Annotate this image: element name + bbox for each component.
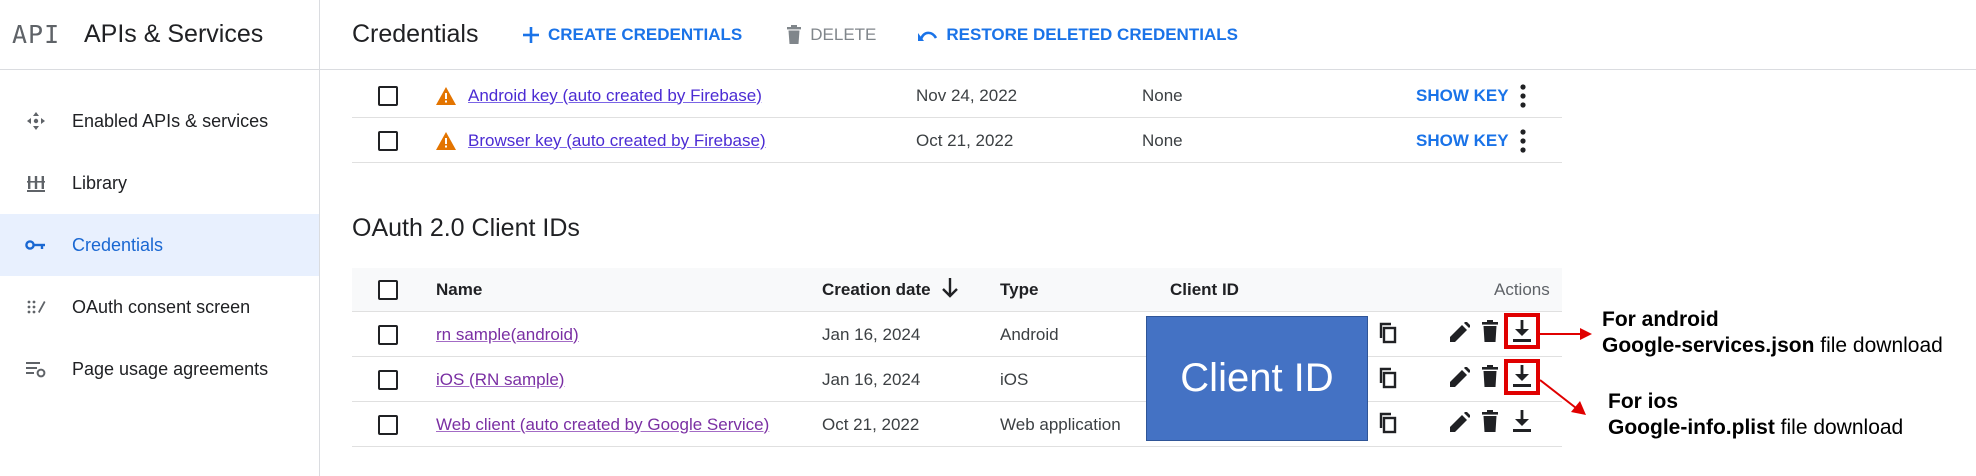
client-type: iOS <box>1000 369 1029 389</box>
column-header-actions: Actions <box>1494 279 1550 299</box>
api-key-name-link[interactable]: Android key (auto created by Firebase) <box>468 86 762 106</box>
ios-annotation-suffix: file download <box>1774 416 1904 439</box>
api-key-row: Browser key (auto created by Firebase) O… <box>352 119 1562 163</box>
api-key-date: Nov 24, 2022 <box>916 85 1018 105</box>
ios-annotation: For ios Google-info.plist file download <box>1608 389 1903 441</box>
android-annotation-file: Google-services.json <box>1602 334 1815 357</box>
api-logo: API <box>12 20 61 49</box>
sidebar-item-label: Enabled APIs & services <box>72 110 269 131</box>
more-vert-icon[interactable] <box>1520 129 1526 153</box>
client-name-link[interactable]: rn sample(android) <box>436 325 579 345</box>
restore-label: RESTORE DELETED CREDENTIALS <box>946 24 1238 44</box>
warning-icon <box>436 132 456 150</box>
trash-icon[interactable] <box>1482 365 1498 387</box>
sidebar: API APIs & Services Enabled APIs & servi… <box>0 0 320 476</box>
row-checkbox[interactable] <box>378 131 398 151</box>
row-checkbox[interactable] <box>378 415 398 435</box>
api-key-row: Android key (auto created by Firebase) N… <box>352 74 1562 118</box>
ios-annotation-file: Google-info.plist <box>1608 416 1775 439</box>
sidebar-item-label: Library <box>72 172 128 193</box>
sidebar-item-label: Page usage agreements <box>72 358 269 379</box>
library-icon <box>20 167 52 199</box>
trash-icon[interactable] <box>1482 320 1498 342</box>
client-name-link[interactable]: Web client (auto created by Google Servi… <box>436 415 769 435</box>
trash-icon <box>786 24 802 45</box>
download-icon[interactable] <box>1512 410 1532 432</box>
client-creation-date: Jan 16, 2024 <box>822 369 921 389</box>
sidebar-header: API APIs & Services <box>0 0 319 70</box>
key-icon <box>20 229 52 261</box>
client-type: Web application <box>1000 414 1121 434</box>
api-key-restrictions: None <box>1142 130 1183 150</box>
warning-icon <box>436 87 456 105</box>
client-creation-date: Oct 21, 2022 <box>822 414 920 434</box>
sidebar-nav: Enabled APIs & services Library Credenti… <box>0 90 319 400</box>
client-type: Android <box>1000 324 1059 344</box>
sidebar-item-credentials[interactable]: Credentials <box>0 214 319 276</box>
copy-icon[interactable] <box>1378 411 1398 435</box>
copy-icon[interactable] <box>1378 366 1398 390</box>
oauth-consent-icon <box>20 291 52 323</box>
oauth-table-header: Name Creation date Type Client ID Action… <box>352 268 1562 312</box>
delete-button[interactable]: DELETE <box>786 24 877 45</box>
android-annotation: For android Google-services.json file do… <box>1602 307 1943 359</box>
row-checkbox[interactable] <box>378 325 398 345</box>
edit-pencil-icon[interactable] <box>1450 367 1470 387</box>
sidebar-item-library[interactable]: Library <box>0 152 319 214</box>
api-key-restrictions: None <box>1142 85 1183 105</box>
api-key-name-link[interactable]: Browser key (auto created by Firebase) <box>468 131 766 151</box>
client-id-overlay: Client ID <box>1146 316 1368 441</box>
plus-icon <box>522 26 540 44</box>
edit-pencil-icon[interactable] <box>1450 412 1470 432</box>
select-all-checkbox[interactable] <box>378 280 398 300</box>
ios-download-highlight <box>1504 359 1540 395</box>
android-annotation-suffix: file download <box>1814 334 1943 357</box>
create-credentials-label: CREATE CREDENTIALS <box>548 24 743 44</box>
settings-list-icon <box>20 353 52 385</box>
page-title: Credentials <box>352 20 479 48</box>
trash-icon[interactable] <box>1482 410 1498 432</box>
enabled-apis-icon <box>20 105 52 137</box>
sidebar-item-label: OAuth consent screen <box>72 296 251 317</box>
client-creation-date: Jan 16, 2024 <box>822 324 921 344</box>
delete-label: DELETE <box>810 24 877 44</box>
sort-arrow-down-icon[interactable] <box>942 278 958 298</box>
column-header-type: Type <box>1000 279 1039 299</box>
android-annotation-title: For android <box>1602 308 1719 331</box>
column-header-creation-date[interactable]: Creation date <box>822 280 931 300</box>
top-toolbar: Credentials CREATE CREDENTIALS DELETE RE… <box>320 0 1976 70</box>
show-key-button[interactable]: SHOW KEY <box>1416 86 1509 106</box>
restore-deleted-credentials-button[interactable]: RESTORE DELETED CREDENTIALS <box>918 25 1238 45</box>
android-download-highlight <box>1504 313 1540 349</box>
edit-pencil-icon[interactable] <box>1450 322 1470 342</box>
sidebar-item-oauth-consent[interactable]: OAuth consent screen <box>0 276 319 338</box>
sidebar-item-enabled-apis[interactable]: Enabled APIs & services <box>0 90 319 152</box>
client-name-link[interactable]: iOS (RN sample) <box>436 370 564 390</box>
ios-annotation-title: For ios <box>1608 390 1679 413</box>
oauth-section-title: OAuth 2.0 Client IDs <box>352 214 580 242</box>
row-checkbox[interactable] <box>378 370 398 390</box>
show-key-button[interactable]: SHOW KEY <box>1416 131 1509 151</box>
row-checkbox[interactable] <box>378 86 398 106</box>
undo-icon <box>918 27 938 43</box>
sidebar-item-label: Credentials <box>72 234 164 255</box>
column-header-name[interactable]: Name <box>436 280 482 300</box>
create-credentials-button[interactable]: CREATE CREDENTIALS <box>522 25 742 45</box>
more-vert-icon[interactable] <box>1520 84 1526 108</box>
column-header-client-id: Client ID <box>1170 279 1239 299</box>
sidebar-item-page-usage[interactable]: Page usage agreements <box>0 338 319 400</box>
sidebar-title[interactable]: APIs & Services <box>84 20 263 49</box>
annotation-arrows <box>1540 328 1592 415</box>
api-key-date: Oct 21, 2022 <box>916 130 1014 150</box>
copy-icon[interactable] <box>1378 321 1398 345</box>
